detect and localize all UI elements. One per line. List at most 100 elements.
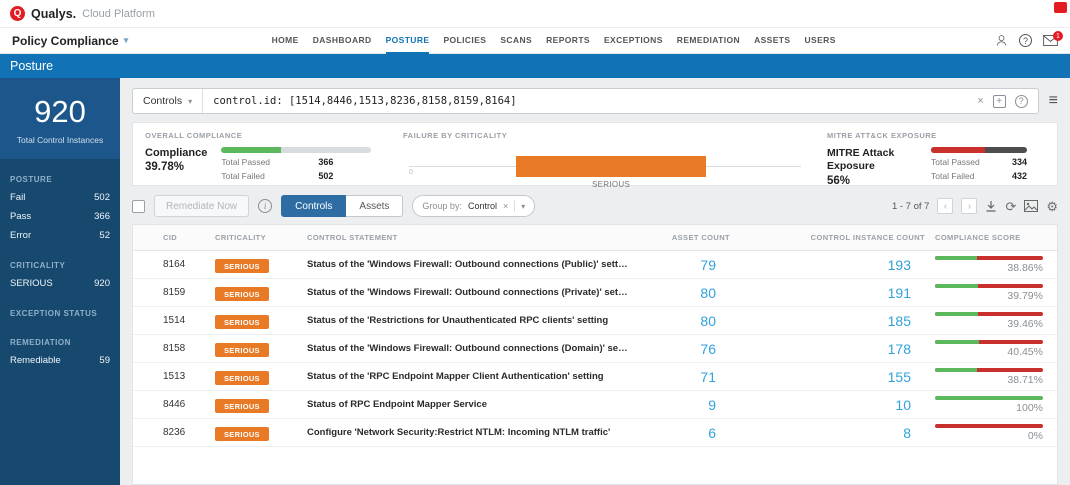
table-row[interactable]: 8164 SERIOUS Status of the 'Windows Fire… [133,251,1057,279]
facet-title-criticality: CRITICALITY [10,261,110,270]
nav-item-scans[interactable]: SCANS [500,28,532,54]
search-box: Controls ▾ × + ? [132,88,1039,114]
control-statement-link[interactable]: Status of the 'Windows Firewall: Outboun… [307,343,640,354]
refresh-icon[interactable]: ⟳ [1005,200,1016,213]
user-icon[interactable] [995,34,1008,47]
remove-group-by-icon[interactable]: × [503,201,508,211]
qualys-logo-icon: Q [10,6,25,21]
mitre-value: 56% [827,175,919,187]
criticality-badge: SERIOUS [215,315,269,329]
criticality-badge: SERIOUS [215,259,269,273]
chevron-down-icon: ▾ [124,35,129,46]
table-row[interactable]: 8236 SERIOUS Configure 'Network Security… [133,419,1057,447]
module-selector[interactable]: Policy Compliance ▾ [12,34,192,48]
instance-count-link[interactable]: 185 [740,313,935,329]
facet-item-pass[interactable]: Pass 366 [0,207,120,226]
control-statement-link[interactable]: Configure 'Network Security:Restrict NTL… [307,427,640,438]
facet-item-remediable[interactable]: Remediable 59 [0,351,120,370]
facet-item-fail[interactable]: Fail 502 [0,188,120,207]
search-scope-dropdown[interactable]: Controls ▾ [133,89,203,113]
asset-count-link[interactable]: 71 [640,369,740,385]
corner-notification-badge[interactable] [1054,2,1067,13]
view-toggle-controls[interactable]: Controls [281,195,346,217]
instance-count-link[interactable]: 193 [740,257,935,273]
export-image-icon[interactable] [1024,200,1038,212]
facet-item-serious[interactable]: SERIOUS 920 [0,274,120,293]
col-compliance-score[interactable]: COMPLIANCE SCORE [935,233,1057,242]
compliance-score-cell: 39.79% [935,284,1057,302]
control-statement-link[interactable]: Status of the 'Windows Firewall: Outboun… [307,287,640,298]
control-statement-link[interactable]: Status of the 'Restrictions for Unauthen… [307,315,640,326]
nav-item-assets[interactable]: ASSETS [754,28,790,54]
help-icon[interactable]: ? [1019,34,1032,47]
instance-count-link[interactable]: 155 [740,369,935,385]
control-statement-link[interactable]: Status of the 'Windows Firewall: Outboun… [307,259,640,270]
add-to-dashboard-icon[interactable]: + [993,95,1006,108]
criticality-badge: SERIOUS [215,287,269,301]
instance-count-link[interactable]: 8 [740,425,935,441]
nav-item-exceptions[interactable]: EXCEPTIONS [604,28,663,54]
nav-item-remediation[interactable]: REMEDIATION [677,28,740,54]
page-title: Posture [10,59,53,73]
remediate-now-button[interactable]: Remediate Now [154,195,249,217]
notifications-button[interactable]: 1 [1043,35,1058,46]
compliance-value: 39.78% [145,161,207,173]
asset-count-link[interactable]: 6 [640,425,740,441]
nav-item-users[interactable]: USERS [804,28,835,54]
download-icon[interactable] [985,200,997,212]
table-row[interactable]: 1514 SERIOUS Status of the 'Restrictions… [133,307,1057,335]
table-row[interactable]: 8158 SERIOUS Status of the 'Windows Fire… [133,335,1057,363]
serious-failure-bar[interactable] [516,156,706,177]
table-header: CID CRITICALITY CONTROL STATEMENT ASSET … [133,225,1057,251]
mitre-total-failed: Total Failed432 [931,171,1027,181]
overall-compliance-panel: OVERALL COMPLIANCE Compliance 39.78% Tot… [145,131,383,189]
asset-count-link[interactable]: 80 [640,313,740,329]
failure-axis-zero: 0 [409,169,413,176]
table-row[interactable]: 8446 SERIOUS Status of RPC Endpoint Mapp… [133,391,1057,419]
failure-bar-chart: 0 SERIOUS [403,147,807,189]
compliance-score-bar [935,424,1043,428]
nav-item-dashboard[interactable]: DASHBOARD [313,28,372,54]
col-criticality[interactable]: CRITICALITY [215,233,307,242]
asset-count-link[interactable]: 9 [640,397,740,413]
asset-count-link[interactable]: 80 [640,285,740,301]
nav-item-reports[interactable]: REPORTS [546,28,590,54]
group-by-chip[interactable]: Group by: Control × ▾ [412,195,535,217]
criticality-badge: SERIOUS [215,427,269,441]
clear-search-icon[interactable]: × [977,95,983,107]
nav-item-policies[interactable]: POLICIES [443,28,486,54]
instance-count-link[interactable]: 10 [740,397,935,413]
next-page-button[interactable]: › [961,198,977,214]
facet-sidebar: 920 Total Control Instances POSTURE Fail… [0,78,120,485]
asset-count-link[interactable]: 76 [640,341,740,357]
compliance-score-bar [935,340,1043,344]
control-statement-link[interactable]: Status of the 'RPC Endpoint Mapper Clien… [307,371,640,382]
menu-icon[interactable]: ≡ [1049,92,1058,110]
col-cid[interactable]: CID [163,233,215,242]
instance-count-link[interactable]: 191 [740,285,935,301]
info-icon[interactable]: i [258,199,272,213]
select-all-checkbox[interactable] [132,200,145,213]
asset-count-link[interactable]: 79 [640,257,740,273]
search-query-input[interactable] [203,95,967,107]
group-by-chevron-icon[interactable]: ▾ [521,202,525,211]
instance-count-link[interactable]: 178 [740,341,935,357]
prev-page-button[interactable]: ‹ [937,198,953,214]
table-row[interactable]: 8159 SERIOUS Status of the 'Windows Fire… [133,279,1057,307]
control-statement-link[interactable]: Status of RPC Endpoint Mapper Service [307,399,640,410]
criticality-badge: SERIOUS [215,371,269,385]
facet-item-error[interactable]: Error 52 [0,226,120,245]
total-control-instances: 920 Total Control Instances [0,78,120,159]
view-toggle-assets[interactable]: Assets [346,195,403,217]
col-statement[interactable]: CONTROL STATEMENT [307,233,640,242]
settings-gear-icon[interactable]: ⚙ [1046,200,1058,213]
nav-item-posture[interactable]: POSTURE [386,28,430,54]
criticality-badge: SERIOUS [215,399,269,413]
compliance-score-bar [935,284,1043,288]
col-asset-count[interactable]: ASSET COUNT [640,233,740,242]
table-row[interactable]: 1513 SERIOUS Status of the 'RPC Endpoint… [133,363,1057,391]
serious-bar-label: SERIOUS [592,180,630,189]
col-instance-count[interactable]: CONTROL INSTANCE COUNT [740,233,935,242]
search-help-icon[interactable]: ? [1015,95,1028,108]
nav-item-home[interactable]: HOME [272,28,299,54]
